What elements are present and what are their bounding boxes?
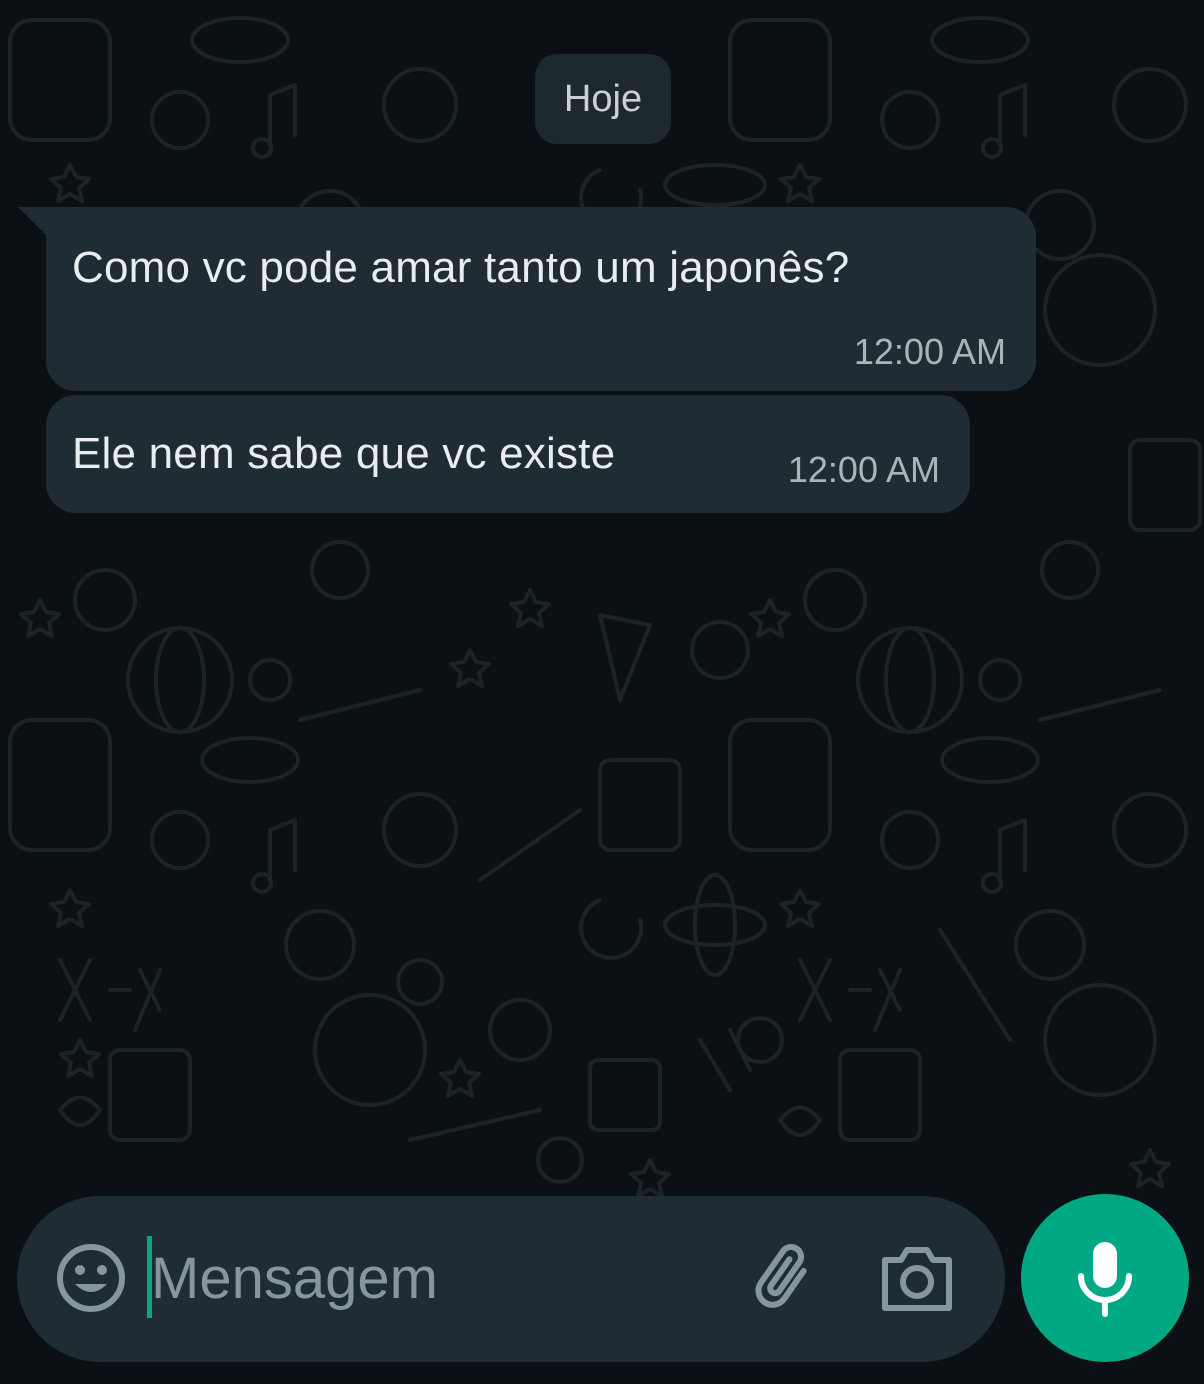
paperclip-icon[interactable]	[747, 1240, 827, 1320]
message-bubble[interactable]: Ele nem sabe que vc existe 12:00 AM	[46, 395, 970, 513]
microphone-button[interactable]	[1021, 1194, 1189, 1362]
message-text: Como vc pode amar tanto um japonês?	[72, 243, 850, 292]
message-bubble[interactable]: Como vc pode amar tanto um japonês? 12:0…	[46, 207, 1036, 391]
message-composer	[17, 1196, 1005, 1362]
message-time: 12:00 AM	[787, 449, 940, 490]
date-separator: Hoje	[535, 54, 671, 144]
microphone-icon	[1078, 1242, 1132, 1317]
bubble-tail	[18, 207, 46, 235]
smiley-icon[interactable]	[55, 1242, 127, 1314]
message-text: Ele nem sabe que vc existe	[72, 429, 616, 478]
camera-icon[interactable]	[879, 1242, 955, 1314]
message-input[interactable]	[151, 1226, 711, 1330]
message-time: 12:00 AM	[853, 331, 1006, 372]
